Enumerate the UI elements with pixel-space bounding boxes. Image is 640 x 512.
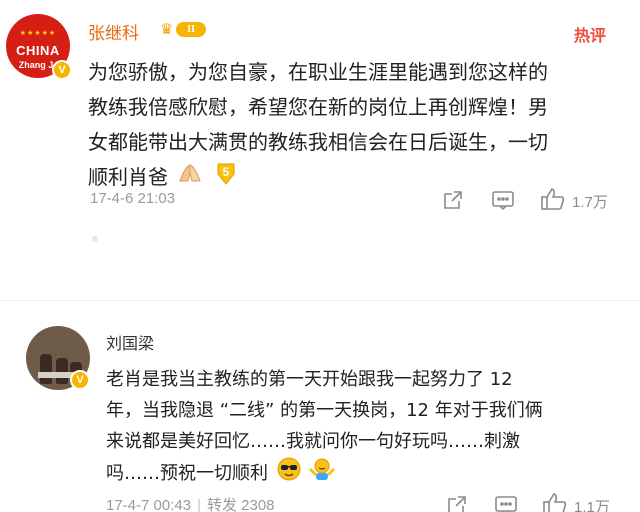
stars-decoration: ★★★★★	[19, 29, 57, 37]
share-icon[interactable]	[446, 494, 468, 512]
comment-icon[interactable]	[494, 494, 518, 512]
verified-icon: V	[70, 370, 90, 390]
svg-text:5: 5	[222, 165, 229, 179]
comment-line: 年，当我隐退 “二线” 的第一天换岗，12 年对于我们俩	[106, 400, 543, 421]
repost-count[interactable]: 转发 2308	[207, 497, 275, 512]
comment-line: 顺利肖爸	[88, 165, 168, 189]
like-count: 1.1万	[574, 499, 610, 512]
comment-line: 为您骄傲，为您自豪，在职业生涯里能遇到您这样的	[88, 60, 548, 84]
hot-comment-label: 热评	[574, 26, 607, 45]
username[interactable]: 刘国梁	[106, 330, 154, 354]
comment-line: 老肖是我当主教练的第一天开始跟我一起努力了 12	[106, 369, 513, 390]
shrug-emoji	[309, 457, 336, 491]
pray-hands-emoji	[177, 161, 203, 196]
like-count: 1.7万	[572, 194, 608, 211]
avatar-graphic	[40, 354, 52, 384]
comment-icon[interactable]	[491, 189, 515, 215]
username[interactable]: 张继科	[88, 19, 139, 44]
comment-line: 吗……预祝一切顺利	[106, 463, 268, 484]
five-emoji: 5	[213, 160, 239, 197]
comment-line: 教练我倍感欣慰，希望您在新的岗位上再创辉煌！男	[88, 95, 548, 119]
comment-meta: 17-4-7 00:43 | 转发 2308	[106, 494, 275, 512]
comment-line-last: 吗……预祝一切顺利	[106, 457, 626, 491]
vip-badge[interactable]: ♛ II	[160, 18, 212, 40]
verified-icon: V	[52, 60, 72, 80]
vip-level: II	[176, 22, 206, 37]
comment-line: 女都能带出大满贯的教练我相信会在日后诞生，一切	[88, 130, 548, 154]
comment-timestamp: 17-4-7 00:43	[106, 497, 192, 512]
comment-text: 为您骄傲，为您自豪，在职业生涯里能遇到您这样的 教练我倍感欣慰，希望您在新的岗位…	[88, 55, 608, 197]
divider	[0, 300, 640, 301]
meta-separator: |	[197, 497, 201, 512]
sunglasses-emoji	[277, 457, 301, 491]
avatar-country-text: CHINA	[16, 43, 60, 58]
like-icon[interactable]	[542, 492, 568, 512]
comment-line: 来说都是美好回忆……我就问你一句好玩吗……刺激	[106, 431, 520, 452]
avatar-graphic	[56, 358, 68, 384]
comment-card: V 刘国梁 老肖是我当主教练的第一天开始跟我一起努力了 12 年，当我隐退 “二…	[0, 318, 640, 512]
comment-timestamp: 17-4-6 21:03	[90, 190, 176, 207]
share-icon[interactable]	[442, 189, 464, 215]
comment-text: 老肖是我当主教练的第一天开始跟我一起努力了 12 年，当我隐退 “二线” 的第一…	[106, 364, 626, 491]
like-icon[interactable]	[540, 187, 566, 215]
divider-dot	[92, 236, 98, 242]
comment-card: ★★★★★ CHINA Zhang J V 张继科 ♛ II 热评 为您骄傲，为…	[0, 0, 640, 252]
crown-icon: ♛	[160, 20, 174, 38]
